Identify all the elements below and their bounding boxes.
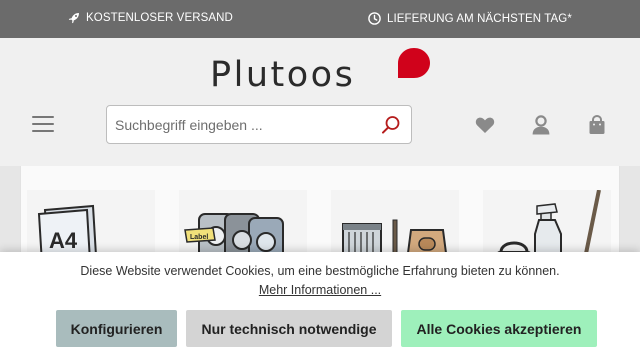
top-info-bar: KOSTENLOSER VERSAND LIEFERUNG AM NÄCHSTE… xyxy=(0,0,640,38)
clock-icon xyxy=(368,12,381,25)
site-header: Plutoos xyxy=(0,38,640,166)
svg-text:Label: Label xyxy=(190,234,208,241)
technical-cookies-only-button[interactable]: Nur technisch notwendige xyxy=(186,310,392,347)
cookie-banner: Diese Website verwendet Cookies, um eine… xyxy=(0,252,640,360)
next-day-delivery-label: LIEFERUNG AM NÄCHSTEN TAG* xyxy=(387,12,572,25)
free-shipping-label: KOSTENLOSER VERSAND xyxy=(86,12,233,24)
logo-wordmark: Plutoos xyxy=(210,55,356,95)
heart-icon[interactable] xyxy=(474,114,496,136)
rocket-icon xyxy=(68,12,80,24)
user-icon[interactable] xyxy=(530,114,552,136)
configure-cookies-button[interactable]: Konfigurieren xyxy=(56,310,177,347)
menu-icon[interactable] xyxy=(32,116,54,132)
free-shipping-notice: KOSTENLOSER VERSAND xyxy=(68,12,233,24)
search-box xyxy=(106,105,412,144)
next-day-delivery-notice: LIEFERUNG AM NÄCHSTEN TAG* xyxy=(368,12,572,25)
cookie-message: Diese Website verwendet Cookies, um eine… xyxy=(80,264,560,278)
plutoos-logo[interactable]: Plutoos xyxy=(208,48,434,98)
bag-icon[interactable] xyxy=(586,114,608,136)
svg-text:A4: A4 xyxy=(49,228,78,253)
logo-drop-icon xyxy=(398,48,430,78)
search-icon[interactable] xyxy=(381,115,401,135)
more-info-link[interactable]: Mehr Informationen ... xyxy=(0,283,640,297)
search-input[interactable] xyxy=(115,115,365,135)
accept-all-cookies-button[interactable]: Alle Cookies akzeptieren xyxy=(401,310,597,347)
